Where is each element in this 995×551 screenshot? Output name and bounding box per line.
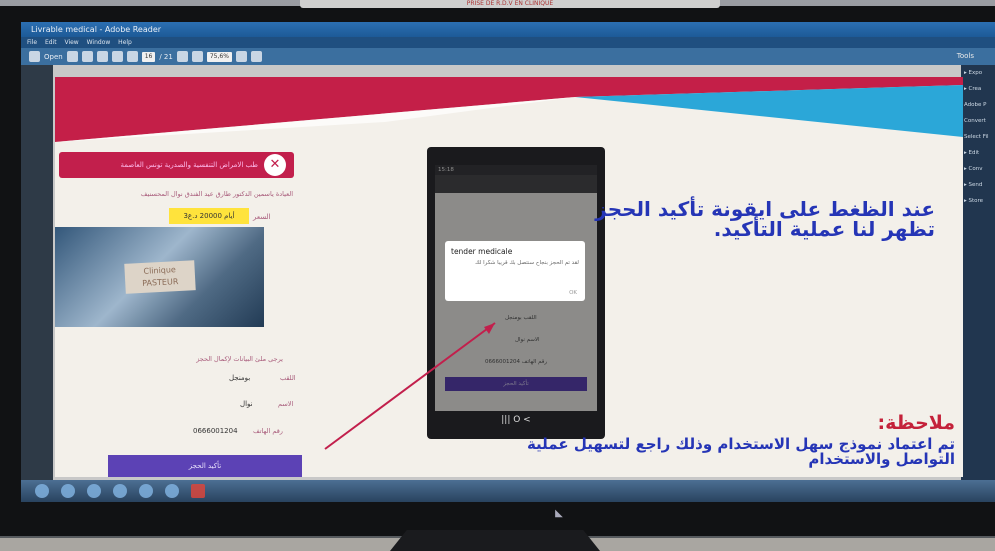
monitor-stand	[390, 530, 600, 551]
tools-item[interactable]: Select Fil	[961, 129, 995, 145]
menu-bar[interactable]: File Edit View Window Help	[21, 37, 995, 48]
folder-icon[interactable]	[87, 484, 101, 498]
zoom-in-icon[interactable]	[191, 51, 203, 62]
window-title: Livrable medical - Adobe Reader	[21, 22, 995, 37]
next-page-icon[interactable]	[126, 51, 138, 62]
comment-icon[interactable]	[250, 51, 262, 62]
tools-item[interactable]: ▸ Store	[961, 193, 995, 209]
tools-pane: ▸ Expo ▸ Crea Adobe P Convert Select Fil…	[961, 65, 995, 485]
slide: طب الامراض التنفسية والصدرية تونس العاصم…	[55, 77, 963, 477]
start-icon[interactable]	[35, 484, 49, 498]
main-description: عند الظغط على ايقونة تأكيد الحجز تظهر لن…	[595, 197, 935, 241]
tools-item: Convert	[964, 118, 986, 124]
acrobat-icon[interactable]	[191, 484, 205, 498]
tools-item[interactable]: ▸ Expo	[961, 65, 995, 81]
page-total: / 21	[159, 52, 173, 61]
firefox-icon[interactable]	[165, 484, 179, 498]
save-icon[interactable]	[81, 51, 93, 62]
tools-item[interactable]: ▸ Send	[961, 177, 995, 193]
tools-item[interactable]: ▸ Conv	[961, 161, 995, 177]
tools-item[interactable]: ▸ Edit	[961, 145, 995, 161]
chrome-icon[interactable]	[139, 484, 153, 498]
tools-item: Adobe P	[964, 102, 987, 108]
print-icon[interactable]	[66, 51, 78, 62]
taskbar	[21, 480, 995, 502]
document-area: طب الامراض التنفسية والصدرية تونس العاصم…	[53, 65, 963, 485]
mail-icon[interactable]	[96, 51, 108, 62]
monitor-screen: Livrable medical - Adobe Reader File Edi…	[21, 22, 995, 502]
zoom-select[interactable]: 75,6%	[206, 51, 232, 62]
page-number-input[interactable]: 16	[141, 51, 156, 62]
photo-scene: Livrable medical - Adobe Reader File Edi…	[0, 0, 995, 551]
top-strip: PRISE DE R.D.V EN CLINIQUE	[300, 0, 720, 8]
zoom-out-icon[interactable]	[176, 51, 188, 62]
prev-page-icon[interactable]	[111, 51, 123, 62]
fit-page-icon[interactable]	[235, 51, 247, 62]
open-button[interactable]: Open	[44, 53, 63, 61]
ie-icon[interactable]	[61, 484, 75, 498]
note-title: ملاحظة:	[877, 412, 955, 434]
tools-item[interactable]: ▸ Crea	[961, 81, 995, 97]
toolbar: Open 16 / 21 75,6%	[21, 48, 995, 65]
navigation-pane	[21, 65, 53, 485]
tools-button[interactable]: Tools	[957, 52, 974, 60]
media-icon[interactable]	[113, 484, 127, 498]
monitor-logo-icon: ◣	[555, 508, 563, 519]
note-text: تم اعتماد نموذج سهل الاستخدام وذلك راجع …	[526, 435, 955, 468]
folder-icon[interactable]	[29, 51, 40, 62]
